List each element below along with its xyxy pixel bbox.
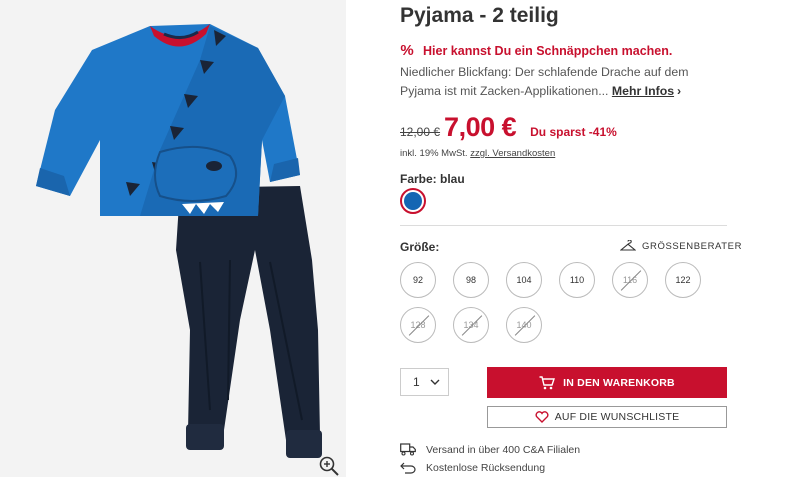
feature-free-return: Kostenlose Rücksendung <box>400 462 545 474</box>
percent-icon: % <box>400 42 414 59</box>
price-row: 12,00 € 7,00 € Du sparst -41% <box>400 112 617 143</box>
product-description: Niedlicher Blickfang: Der schlafende Dra… <box>400 63 730 101</box>
old-price: 12,00 € <box>400 125 441 139</box>
size-option-label: 134 <box>463 320 479 330</box>
hanger-icon <box>620 240 636 251</box>
size-option[interactable]: 122 <box>665 262 701 298</box>
size-advisor-link[interactable]: GRÖSSENBERATER <box>620 240 742 252</box>
pyjama-pants-image <box>176 186 322 458</box>
size-option-unavailable[interactable]: 116 <box>612 262 648 298</box>
deal-banner: % Hier kannst Du ein Schnäppchen machen. <box>400 42 672 59</box>
size-option[interactable]: 110 <box>559 262 595 298</box>
product-image-gallery <box>0 0 346 477</box>
chevron-right-icon: › <box>677 84 682 98</box>
size-option[interactable]: 98 <box>453 262 489 298</box>
size-option[interactable]: 104 <box>506 262 542 298</box>
shipping-costs-link[interactable]: zzgl. Versandkosten <box>470 148 555 159</box>
add-to-wishlist-label: AUF DIE WUNSCHLISTE <box>554 411 680 423</box>
vat-text: inkl. 19% MwSt. <box>400 148 468 159</box>
feature-text: Kostenlose Rücksendung <box>426 462 546 474</box>
product-title: Pyjama - 2 teilig <box>400 4 559 27</box>
size-option-label: 98 <box>465 275 476 285</box>
size-advisor-label: GRÖSSENBERATER <box>642 240 743 252</box>
size-option-label: 92 <box>412 275 423 285</box>
truck-icon <box>400 443 416 456</box>
current-price: 7,00 € <box>444 112 517 142</box>
size-option-label: 122 <box>675 275 691 285</box>
swatch-fill <box>404 192 422 210</box>
return-icon <box>400 462 416 474</box>
feature-text: Versand in über 400 C&A Filialen <box>426 443 581 456</box>
size-option-unavailable[interactable]: 128 <box>400 307 436 343</box>
size-option-label: 110 <box>569 275 585 285</box>
add-to-cart-label: IN DEN WARENKORB <box>563 376 675 389</box>
heart-icon <box>535 411 549 423</box>
feature-store-shipping: Versand in über 400 C&A Filialen <box>400 443 580 456</box>
divider <box>400 225 727 226</box>
size-option-label: 104 <box>516 275 532 285</box>
color-label: Farbe: blau <box>400 172 465 186</box>
color-swatch-blue[interactable] <box>400 188 426 214</box>
add-to-cart-button[interactable]: IN DEN WARENKORB <box>487 367 727 398</box>
size-option-unavailable[interactable]: 134 <box>453 307 489 343</box>
size-option[interactable]: 92 <box>400 262 436 298</box>
deal-text: Hier kannst Du ein Schnäppchen machen. <box>423 43 673 58</box>
vat-info: inkl. 19% MwSt. zzgl. Versandkosten <box>400 148 555 159</box>
add-to-wishlist-button[interactable]: AUF DIE WUNSCHLISTE <box>487 406 727 428</box>
size-label: Größe: <box>400 240 440 254</box>
zoom-icon[interactable] <box>318 455 340 477</box>
size-option-label: 140 <box>516 320 532 330</box>
size-option-label: 128 <box>410 320 426 330</box>
quantity-select[interactable]: 1 <box>400 368 449 396</box>
size-option-unavailable[interactable]: 140 <box>506 307 542 343</box>
product-image[interactable] <box>0 0 346 477</box>
cart-icon <box>539 375 556 389</box>
chevron-down-icon <box>430 379 440 385</box>
saving-badge: Du sparst -41% <box>530 125 617 139</box>
more-info-link[interactable]: Mehr Infos <box>612 84 674 98</box>
quantity-value: 1 <box>413 375 420 389</box>
size-option-label: 116 <box>622 275 638 285</box>
